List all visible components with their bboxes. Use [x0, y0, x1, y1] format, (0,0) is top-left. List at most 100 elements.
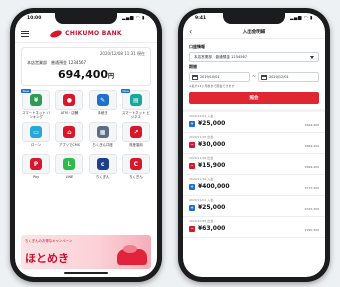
- transaction-amount: ¥15,900: [198, 162, 226, 169]
- map-pin-icon: ●: [63, 94, 76, 106]
- date-from-field[interactable]: 2019/10/01: [189, 72, 250, 82]
- menu-item[interactable]: ▦ ちくぎん口座: [88, 122, 118, 151]
- phone-notch: [223, 13, 285, 24]
- menu-item[interactable]: ⌂ アプリでCMS: [54, 122, 84, 151]
- withdrawal-icon: −: [189, 162, 195, 169]
- account-label: 口座情報: [189, 44, 205, 49]
- deposit-icon: +: [189, 120, 195, 127]
- menu-item[interactable]: c ちくぎん: [88, 154, 118, 183]
- date-to-value: 2020/12/01: [269, 75, 289, 79]
- menu-item[interactable]: ▭ ローン: [21, 122, 51, 151]
- transaction-balance: ¥694,400: [304, 123, 319, 127]
- status-time: 10:00: [27, 16, 42, 21]
- statement-screen: 9:41 ▂▄▆ ◠ ▮ ‹ 入出金明細 口座情報 本店営業部 普通預金 123…: [183, 13, 325, 277]
- transaction-list: 2020/12/01 入金 + ¥25,000 ¥694,400 2020/11/25 …: [183, 112, 325, 238]
- transaction-balance: ¥290,300: [304, 228, 319, 232]
- transaction-row[interactable]: 2020/12/01 入金 + ¥25,000 ¥694,400: [183, 112, 325, 133]
- new-badge: New: [21, 89, 31, 93]
- transaction-row[interactable]: 2020/11/01 入金 + ¥25,000 ¥315,300: [183, 196, 325, 217]
- menu-tile: C: [121, 154, 150, 174]
- status-time: 9:41: [195, 16, 207, 21]
- app-header: CHIKUMO BANK: [15, 25, 157, 43]
- banner-title: ほとめき: [25, 252, 69, 265]
- calendar-icon: [192, 74, 198, 80]
- transaction-date: 2020/10/25 出金: [189, 219, 214, 223]
- transaction-amount: ¥63,000: [198, 225, 226, 232]
- menu-item[interactable]: ↗ 資産運用: [121, 122, 151, 151]
- menu-item-label: ちくぎん: [129, 175, 143, 179]
- chart-icon: ↗: [129, 126, 142, 138]
- pay-icon: P: [30, 158, 43, 170]
- menu-icon[interactable]: [21, 30, 29, 37]
- account-select[interactable]: 本店営業部 普通預金 1234567: [189, 52, 319, 62]
- date-from-value: 2019/10/01: [200, 75, 220, 79]
- menu-item[interactable]: C ちくぎん: [121, 154, 151, 183]
- menu-tile: c: [88, 154, 117, 174]
- transaction-date: 2020/11/25 出金: [189, 135, 214, 139]
- menu-tile: ▭: [22, 122, 51, 142]
- line-icon: L: [63, 158, 76, 170]
- menu-item[interactable]: New ▤ スマートネット ビジネス: [120, 89, 151, 120]
- transaction-balance: ¥699,400: [304, 165, 319, 169]
- menu-item-label: スマートネット ビジネス: [121, 111, 150, 120]
- menu-item[interactable]: L LINE: [54, 154, 84, 183]
- home-screen: 10:00 ▂▄▆ ◠ ▮ CHIKUMO BANK 2020/12/08 11…: [15, 13, 157, 277]
- balance-card[interactable]: 2020/12/08 11:31 現在 本店営業部 普通預金 1234567 6…: [21, 47, 151, 86]
- logo-icon: C: [129, 158, 142, 170]
- new-badge: New: [120, 89, 131, 93]
- range-separator: ~: [251, 74, 257, 80]
- balance-amount: 694,400円: [27, 68, 145, 81]
- home-indicator[interactable]: [64, 272, 108, 274]
- transaction-balance: ¥315,300: [304, 207, 319, 211]
- campaign-banner[interactable]: ちくぎんのお得なキャンペーン ほとめき: [21, 235, 151, 269]
- phone-statement-screen: 9:41 ▂▄▆ ◠ ▮ ‹ 入出金明細 口座情報 本店営業部 普通預金 123…: [178, 8, 330, 282]
- transaction-amount: ¥30,000: [198, 141, 226, 148]
- transaction-balance: ¥669,400: [304, 144, 319, 148]
- transaction-row[interactable]: 2020/11/10 入金 + ¥400,000 ¥715,300: [183, 175, 325, 196]
- menu-item-label: スマートネット バンキング: [22, 111, 51, 120]
- transaction-balance: ¥715,300: [304, 186, 319, 190]
- menu-item-label: 手続き: [97, 111, 108, 115]
- transaction-row[interactable]: 2020/11/20 出金 − ¥15,900 ¥699,400: [183, 154, 325, 175]
- transaction-date: 2020/12/01 入金: [189, 114, 214, 118]
- account-select-value: 本店営業部 普通預金 1234567: [194, 54, 248, 59]
- dropdown-triangle-icon: [310, 55, 314, 59]
- menu-item-label: Pay: [33, 175, 40, 179]
- menu-item-label: ちくぎん: [95, 175, 110, 179]
- withdrawal-icon: −: [189, 225, 195, 232]
- search-button[interactable]: 照会: [189, 92, 319, 104]
- business-icon: ▤: [129, 94, 142, 106]
- nav-bar: ‹ 入出金明細: [183, 25, 325, 39]
- card-icon: ▭: [30, 126, 43, 138]
- menu-item-label: LINE: [65, 175, 74, 179]
- date-to-field[interactable]: 2020/12/01: [258, 72, 320, 82]
- menu-tile: New ▤: [120, 89, 150, 110]
- balance-unit: 円: [108, 73, 115, 80]
- menu-tile: ●: [55, 90, 84, 110]
- menu-item[interactable]: P Pay: [21, 154, 51, 183]
- menu-tile: ↗: [121, 122, 150, 142]
- transaction-row[interactable]: 2020/11/25 出金 − ¥30,000 ¥669,400: [183, 133, 325, 154]
- transaction-row[interactable]: 2020/10/25 出金 − ¥63,000 ¥290,300: [183, 217, 325, 238]
- back-chevron-icon[interactable]: ‹: [189, 27, 199, 36]
- deposit-icon: +: [189, 204, 195, 211]
- inquiry-form: 口座情報 本店営業部 普通預金 1234567 期間 2019/10/01 ~ …: [183, 39, 325, 104]
- transaction-date: 2020/11/10 入金: [189, 177, 214, 181]
- menu-item-label: ローン: [31, 143, 42, 147]
- menu-item[interactable]: New ¥ スマートネット バンキング: [21, 89, 51, 120]
- menu-tile: L: [55, 154, 84, 174]
- menu-grid: New ¥ スマートネット バンキング ● ATM・店舗 ✎ 手続き New ▤ スマートネット …: [21, 89, 151, 183]
- house-icon: ⌂: [63, 126, 76, 138]
- menu-item[interactable]: ✎ 手続き: [88, 90, 118, 119]
- menu-tile: New ¥: [21, 89, 51, 110]
- menu-tile: ⌂: [55, 122, 84, 142]
- balance-value: 694,400: [57, 68, 109, 81]
- transaction-date: 2020/11/01 入金: [189, 198, 214, 202]
- menu-item-label: ATM・店舗: [60, 111, 78, 115]
- period-label: 期間: [189, 64, 197, 69]
- procedure-icon: ✎: [96, 94, 109, 106]
- bank-transfer-icon: ¥: [30, 94, 43, 106]
- deposit-icon: +: [189, 183, 195, 190]
- calendar-icon: [261, 74, 268, 80]
- menu-item[interactable]: ● ATM・店舗: [54, 90, 84, 119]
